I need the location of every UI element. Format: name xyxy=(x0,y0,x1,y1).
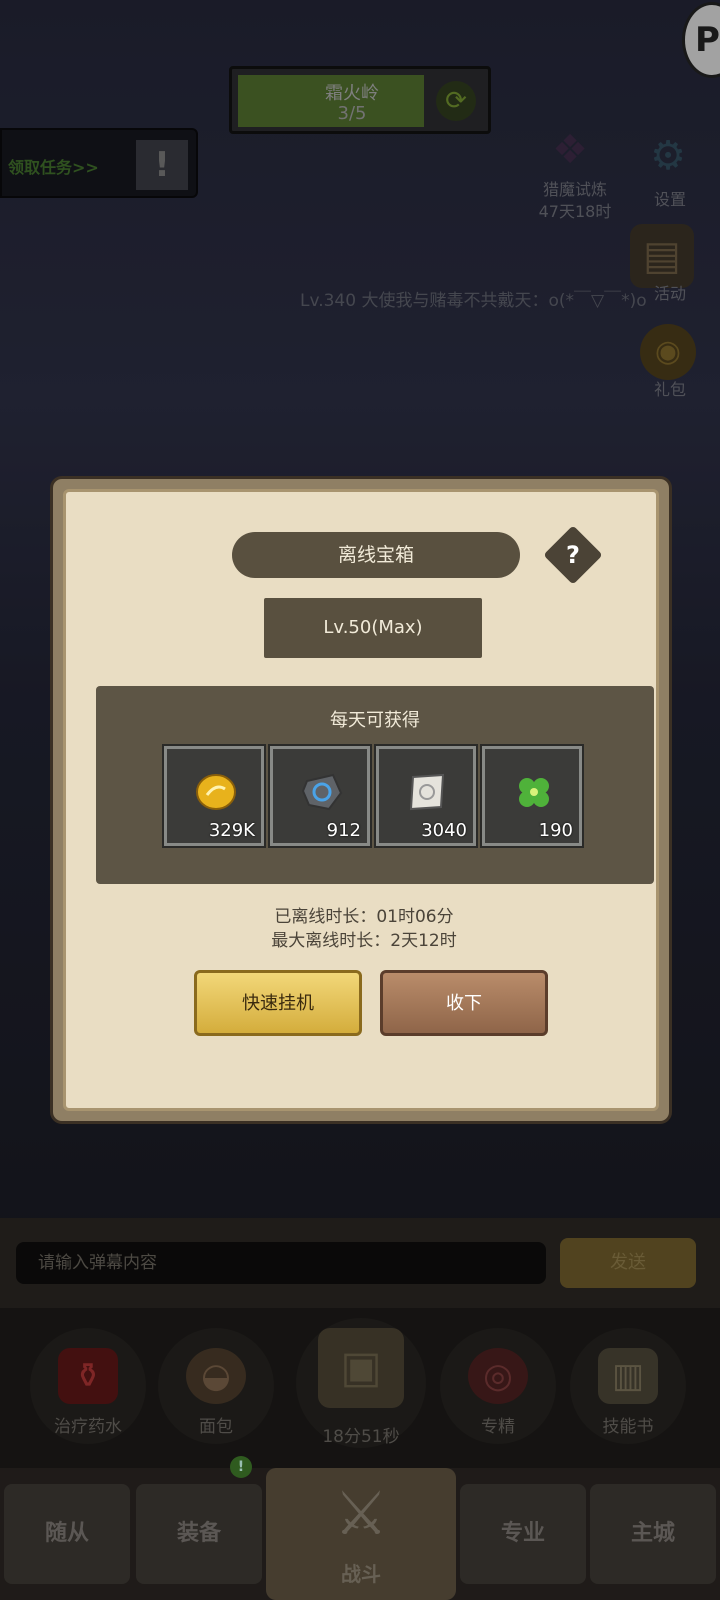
reward-panel-title: 每天可获得 xyxy=(330,710,420,731)
collect-button[interactable]: 收下 xyxy=(380,970,548,1036)
help-button[interactable]: ? xyxy=(543,525,603,585)
chest-level: Lv.50(Max) xyxy=(264,598,482,658)
reward-slot-rune[interactable]: 912 xyxy=(268,744,372,848)
quick-idle-button[interactable]: 快速挂机 xyxy=(194,970,362,1036)
scroll-icon xyxy=(409,773,445,811)
reward-slot-scroll[interactable]: 3040 xyxy=(374,744,478,848)
offline-chest-dialog: 离线宝箱 ? Lv.50(Max) 每天可获得 329K 912 3040 19… xyxy=(50,476,672,1124)
reward-value: 190 xyxy=(538,820,573,841)
reward-value: 329K xyxy=(208,820,255,841)
gold-coin-icon xyxy=(196,774,236,810)
dialog-title: 离线宝箱 xyxy=(232,532,520,578)
blue-rune-stone-icon xyxy=(301,773,343,811)
reward-slot-clover[interactable]: 190 xyxy=(480,744,584,848)
clover-icon xyxy=(519,778,549,807)
reward-panel: 每天可获得 329K 912 3040 190 xyxy=(96,686,654,884)
question-icon[interactable]: ? xyxy=(552,534,594,576)
reward-slot-gold[interactable]: 329K xyxy=(162,744,266,848)
reward-value: 912 xyxy=(326,820,361,841)
max-offline-duration: 最大离线时长：2天12时 xyxy=(271,931,457,951)
offline-duration: 已离线时长：01时06分 xyxy=(274,907,454,927)
dialog-body: 离线宝箱 ? Lv.50(Max) 每天可获得 329K 912 3040 19… xyxy=(63,489,659,1111)
reward-value: 3040 xyxy=(421,820,467,841)
